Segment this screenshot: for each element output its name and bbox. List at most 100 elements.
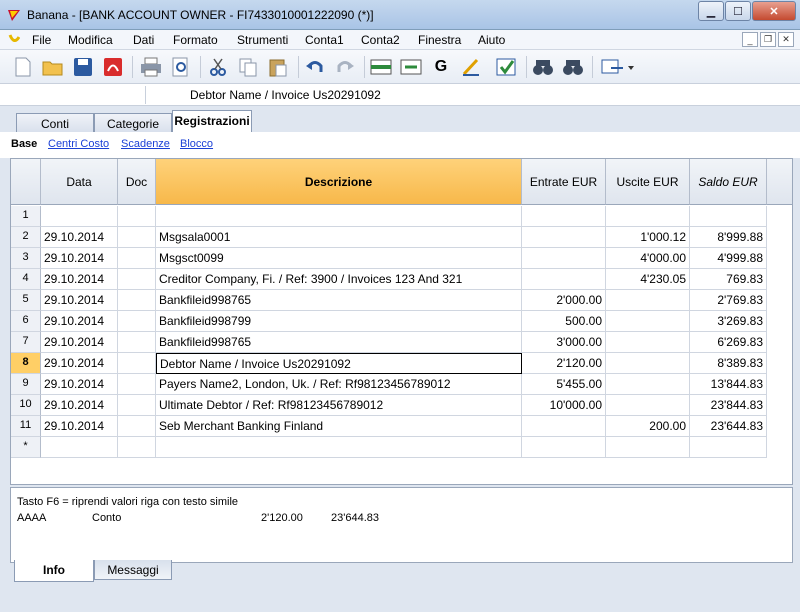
cell-saldo[interactable]: 8'389.83	[690, 353, 767, 374]
cell-data[interactable]: 29.10.2014	[41, 332, 118, 353]
print-icon[interactable]	[138, 54, 164, 80]
cell-doc[interactable]	[118, 269, 156, 290]
cell-data[interactable]	[41, 206, 118, 227]
delete-row-icon[interactable]	[398, 54, 424, 80]
cell-saldo[interactable]	[690, 206, 767, 227]
view-centri-costo[interactable]: Centri Costo	[48, 138, 109, 150]
cut-icon[interactable]	[205, 54, 231, 80]
minimize-button[interactable]: ▁	[698, 1, 724, 21]
cell-entrate[interactable]: 10'000.00	[522, 395, 606, 416]
cell-saldo[interactable]: 23'844.83	[690, 395, 767, 416]
column-header-doc[interactable]: Doc	[118, 159, 156, 205]
column-header-saldo[interactable]: Saldo EUR	[690, 159, 767, 205]
cell-uscite[interactable]: 200.00	[606, 416, 690, 437]
cell-saldo[interactable]: 13'844.83	[690, 374, 767, 395]
paste-icon[interactable]	[265, 54, 291, 80]
cell-doc[interactable]	[118, 311, 156, 332]
cell-saldo[interactable]: 769.83	[690, 269, 767, 290]
column-header-data[interactable]: Data	[41, 159, 118, 205]
menu-formato[interactable]: Formato	[173, 33, 218, 47]
table-row[interactable]: 3 29.10.2014 Msgsct0099 4'000.00 4'999.88	[11, 248, 792, 269]
table-row[interactable]: 7 29.10.2014 Bankfileid998765 3'000.00 6'269…	[11, 332, 792, 353]
undo-icon[interactable]	[302, 54, 328, 80]
mdi-minimize-button[interactable]: _	[742, 32, 758, 47]
g-icon[interactable]: G	[428, 54, 454, 80]
tab-info[interactable]: Info	[14, 560, 94, 582]
cell-content-text[interactable]: Debtor Name / Invoice Us20291092	[190, 88, 381, 102]
cell-saldo[interactable]: 4'999.88	[690, 248, 767, 269]
mdi-close-button[interactable]: ✕	[778, 32, 794, 47]
binoculars-icon[interactable]	[530, 54, 556, 80]
cell-data[interactable]: 29.10.2014	[41, 353, 118, 374]
view-blocco[interactable]: Blocco	[180, 138, 213, 150]
cell-uscite[interactable]	[606, 353, 690, 374]
save-icon[interactable]	[70, 54, 96, 80]
menu-finestra[interactable]: Finestra	[418, 33, 461, 47]
cell-uscite[interactable]: 4'230.05	[606, 269, 690, 290]
check-icon[interactable]	[494, 54, 520, 80]
menu-file[interactable]: File	[32, 33, 51, 47]
cell-doc[interactable]	[118, 290, 156, 311]
cell-entrate[interactable]	[522, 206, 606, 227]
menu-conta1[interactable]: Conta1	[305, 33, 344, 47]
cell-entrate[interactable]: 500.00	[522, 311, 606, 332]
cell-descrizione[interactable]	[156, 206, 522, 227]
cell-data[interactable]: 29.10.2014	[41, 416, 118, 437]
cell-uscite[interactable]	[606, 206, 690, 227]
cell-doc[interactable]	[118, 353, 156, 374]
cell-descrizione[interactable]: Debtor Name / Invoice Us20291092	[156, 353, 522, 374]
tab-categorie[interactable]: Categorie	[94, 113, 172, 133]
banana-menu-icon[interactable]	[8, 33, 20, 45]
cell-descrizione[interactable]: Bankfileid998765	[156, 332, 522, 353]
cell-doc[interactable]	[118, 206, 156, 227]
cell-uscite[interactable]	[606, 437, 690, 458]
new-file-icon[interactable]	[10, 54, 36, 80]
cell-descrizione[interactable]: Bankfileid998765	[156, 290, 522, 311]
print-preview-icon[interactable]	[168, 54, 194, 80]
column-header-uscite[interactable]: Uscite EUR	[606, 159, 690, 205]
edit-pen-icon[interactable]	[458, 54, 484, 80]
cell-entrate[interactable]	[522, 269, 606, 290]
table-row[interactable]: 10 29.10.2014 Ultimate Debtor / Ref: Rf981…	[11, 395, 792, 416]
cell-descrizione[interactable]: Msgsala0001	[156, 227, 522, 248]
find-replace-icon[interactable]	[560, 54, 586, 80]
cell-entrate[interactable]	[522, 248, 606, 269]
cell-descrizione[interactable]	[156, 437, 522, 458]
cell-entrate[interactable]	[522, 227, 606, 248]
table-row[interactable]: 8 29.10.2014 Debtor Name / Invoice Us20291…	[11, 353, 792, 374]
cell-data[interactable]: 29.10.2014	[41, 395, 118, 416]
cell-descrizione[interactable]: Payers Name2, London, Uk. / Ref: Rf98123…	[156, 374, 522, 395]
cell-saldo[interactable]	[690, 437, 767, 458]
cell-entrate[interactable]: 2'120.00	[522, 353, 606, 374]
cell-doc[interactable]	[118, 248, 156, 269]
cell-doc[interactable]	[118, 395, 156, 416]
menu-dati[interactable]: Dati	[133, 33, 154, 47]
cell-uscite[interactable]	[606, 395, 690, 416]
copy-icon[interactable]	[235, 54, 261, 80]
cell-doc[interactable]	[118, 416, 156, 437]
maximize-button[interactable]: ☐	[725, 1, 751, 21]
tab-conti[interactable]: Conti	[16, 113, 94, 133]
cell-entrate[interactable]: 2'000.00	[522, 290, 606, 311]
cell-saldo[interactable]: 3'269.83	[690, 311, 767, 332]
cell-uscite[interactable]	[606, 374, 690, 395]
table-row[interactable]: 2 29.10.2014 Msgsala0001 1'000.12 8'999.88	[11, 227, 792, 248]
menu-modifica[interactable]: Modifica	[68, 33, 113, 47]
cell-descrizione[interactable]: Msgsct0099	[156, 248, 522, 269]
cell-doc[interactable]	[118, 437, 156, 458]
table-row[interactable]: 4 29.10.2014 Creditor Company, Fi. / Ref: …	[11, 269, 792, 290]
table-row[interactable]: *	[11, 437, 792, 458]
cell-descrizione[interactable]: Creditor Company, Fi. / Ref: 3900 / Invo…	[156, 269, 522, 290]
cell-entrate[interactable]: 3'000.00	[522, 332, 606, 353]
view-base[interactable]: Base	[11, 138, 37, 150]
view-scadenze[interactable]: Scadenze	[121, 138, 170, 150]
cell-data[interactable]: 29.10.2014	[41, 269, 118, 290]
menu-aiuto[interactable]: Aiuto	[478, 33, 505, 47]
pdf-icon[interactable]	[100, 54, 126, 80]
cell-saldo[interactable]: 8'999.88	[690, 227, 767, 248]
menu-conta2[interactable]: Conta2	[361, 33, 400, 47]
cell-descrizione[interactable]: Bankfileid998799	[156, 311, 522, 332]
cell-data[interactable]	[41, 437, 118, 458]
cell-entrate[interactable]: 5'455.00	[522, 374, 606, 395]
cell-address[interactable]	[6, 86, 146, 104]
